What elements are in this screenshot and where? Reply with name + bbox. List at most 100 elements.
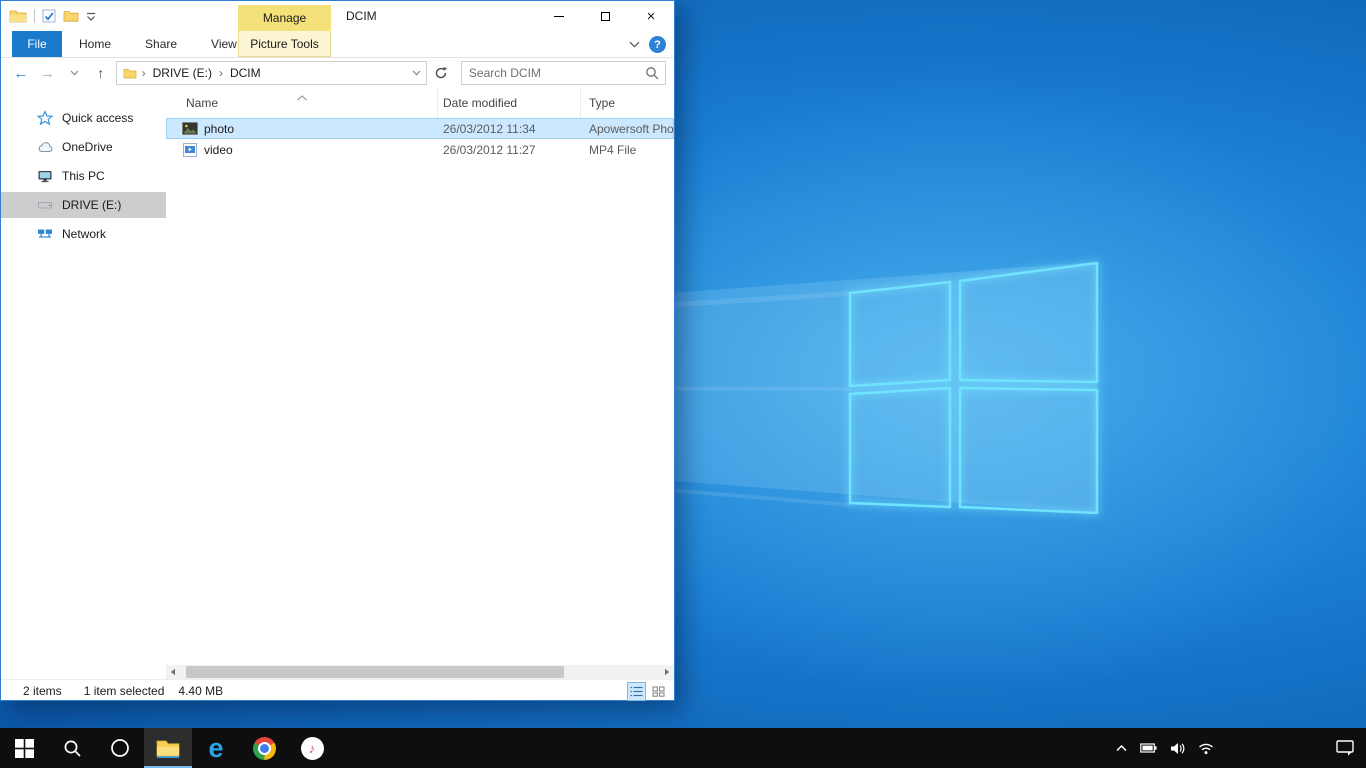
breadcrumb-dcim[interactable]: DCIM (225, 66, 266, 80)
customize-toolbar-icon[interactable] (86, 12, 96, 21)
taskbar: e ♪ (0, 728, 1366, 768)
close-button[interactable]: × (628, 1, 674, 31)
column-label: Date modified (443, 96, 517, 110)
quick-access-toolbar (9, 1, 96, 31)
minimize-icon (554, 16, 564, 17)
selection-count: 1 item selected (84, 684, 165, 698)
search-icon (63, 739, 82, 758)
column-headers: Name Date modified Type (166, 88, 674, 118)
type-cell: Apowersoft Pho (581, 122, 674, 136)
address-bar[interactable]: › DRIVE (E:) › DCIM (116, 61, 428, 85)
show-hidden-icons-button[interactable] (1116, 744, 1127, 752)
file-row-video[interactable]: video 26/03/2012 11:27 MP4 File (166, 139, 674, 160)
large-icons-view-icon (652, 686, 665, 697)
type-cell: MP4 File (581, 143, 674, 157)
tab-file[interactable]: File (12, 31, 62, 57)
breadcrumb-drive[interactable]: DRIVE (E:) (148, 66, 217, 80)
search-icon[interactable] (645, 66, 659, 80)
refresh-button[interactable] (430, 61, 452, 85)
taskbar-file-explorer-button[interactable] (144, 728, 192, 768)
windows-logo-icon (15, 739, 34, 758)
scroll-right-arrow[interactable] (660, 665, 674, 679)
tab-home[interactable]: Home (62, 31, 128, 57)
new-folder-icon[interactable] (63, 10, 79, 22)
explorer-app-icon[interactable] (9, 9, 27, 23)
scrollbar-thumb[interactable] (186, 666, 564, 678)
file-row-photo[interactable]: photo 26/03/2012 11:34 Apowersoft Pho (166, 118, 674, 139)
search-input[interactable] (462, 66, 645, 80)
video-file-icon (182, 143, 198, 157)
manage-contextual-tab[interactable]: Manage (238, 5, 331, 31)
maximize-icon (601, 12, 610, 21)
taskbar-search-button[interactable] (48, 728, 96, 768)
sidebar-item-network[interactable]: Network (1, 221, 166, 247)
window-title: DCIM (346, 1, 377, 31)
window-controls: × (536, 1, 674, 31)
file-explorer-icon (155, 738, 181, 759)
ribbon-tab-row: File Home Share View Picture Tools ? (1, 31, 674, 58)
cloud-icon (37, 139, 53, 155)
minimize-button[interactable] (536, 1, 582, 31)
address-dropdown-button[interactable] (406, 62, 426, 84)
breadcrumb-separator: › (217, 66, 225, 80)
volume-icon[interactable] (1170, 742, 1185, 755)
taskbar-edge-button[interactable]: e (192, 728, 240, 768)
sidebar-item-drive-e[interactable]: DRIVE (E:) (1, 192, 166, 218)
system-tray (1116, 728, 1214, 768)
close-icon: × (647, 9, 656, 24)
action-center-icon (1336, 740, 1354, 756)
sidebar-item-label: Network (62, 227, 106, 241)
cortana-button[interactable] (96, 728, 144, 768)
folder-icon (123, 68, 137, 79)
properties-icon[interactable] (42, 9, 56, 23)
scroll-left-arrow[interactable] (166, 665, 180, 679)
taskbar-itunes-button[interactable]: ♪ (288, 728, 336, 768)
horizontal-scrollbar (166, 665, 674, 679)
sidebar-item-label: DRIVE (E:) (62, 198, 121, 212)
expand-ribbon-button[interactable] (629, 31, 640, 58)
large-icons-view-button[interactable] (649, 682, 668, 701)
up-button[interactable]: ↑ (89, 61, 113, 85)
chevron-down-icon (412, 70, 421, 76)
details-view-button[interactable] (627, 682, 646, 701)
tab-picture-tools[interactable]: Picture Tools (238, 31, 331, 57)
column-label: Type (589, 96, 615, 110)
name-cell: video (166, 143, 438, 157)
address-row: ← → ↑ › DRIVE (E:) › DCIM (1, 58, 674, 88)
name-cell: photo (166, 122, 438, 136)
date-modified-cell: 26/03/2012 11:27 (438, 143, 581, 157)
maximize-button[interactable] (582, 1, 628, 31)
column-header-name[interactable]: Name (166, 88, 438, 118)
battery-icon[interactable] (1140, 742, 1157, 754)
refresh-icon (434, 66, 448, 80)
back-button[interactable]: ← (9, 61, 33, 85)
explorer-body: Quick access OneDrive This PC DRIVE (E:) (1, 88, 674, 679)
itunes-icon: ♪ (301, 737, 324, 760)
details-view-icon (630, 686, 643, 697)
view-toggles (627, 682, 668, 701)
edge-icon: e (208, 735, 223, 762)
network-wifi-icon[interactable] (1198, 741, 1214, 755)
recent-locations-button[interactable] (62, 61, 86, 85)
computer-icon (37, 168, 53, 184)
network-icon (37, 226, 53, 242)
tab-share[interactable]: Share (128, 31, 194, 57)
taskbar-left: e ♪ (0, 728, 336, 768)
drive-icon (37, 197, 53, 213)
sidebar-item-quick-access[interactable]: Quick access (1, 105, 166, 131)
column-header-type[interactable]: Type (581, 88, 674, 118)
help-button[interactable]: ? (649, 36, 666, 53)
action-center-button[interactable] (1336, 728, 1354, 768)
sidebar-item-onedrive[interactable]: OneDrive (1, 134, 166, 160)
photo-file-icon (182, 122, 198, 135)
forward-button[interactable]: → (36, 61, 60, 85)
date-modified-cell: 26/03/2012 11:34 (438, 122, 581, 136)
column-header-date-modified[interactable]: Date modified (438, 88, 581, 118)
start-button[interactable] (0, 728, 48, 768)
taskbar-chrome-button[interactable] (240, 728, 288, 768)
file-explorer-window: Manage DCIM × File Home Share View Pictu… (0, 0, 675, 701)
scrollbar-track[interactable] (180, 665, 660, 679)
sidebar-item-this-pc[interactable]: This PC (1, 163, 166, 189)
sort-ascending-icon (296, 90, 307, 104)
sidebar-item-label: Quick access (62, 111, 133, 125)
